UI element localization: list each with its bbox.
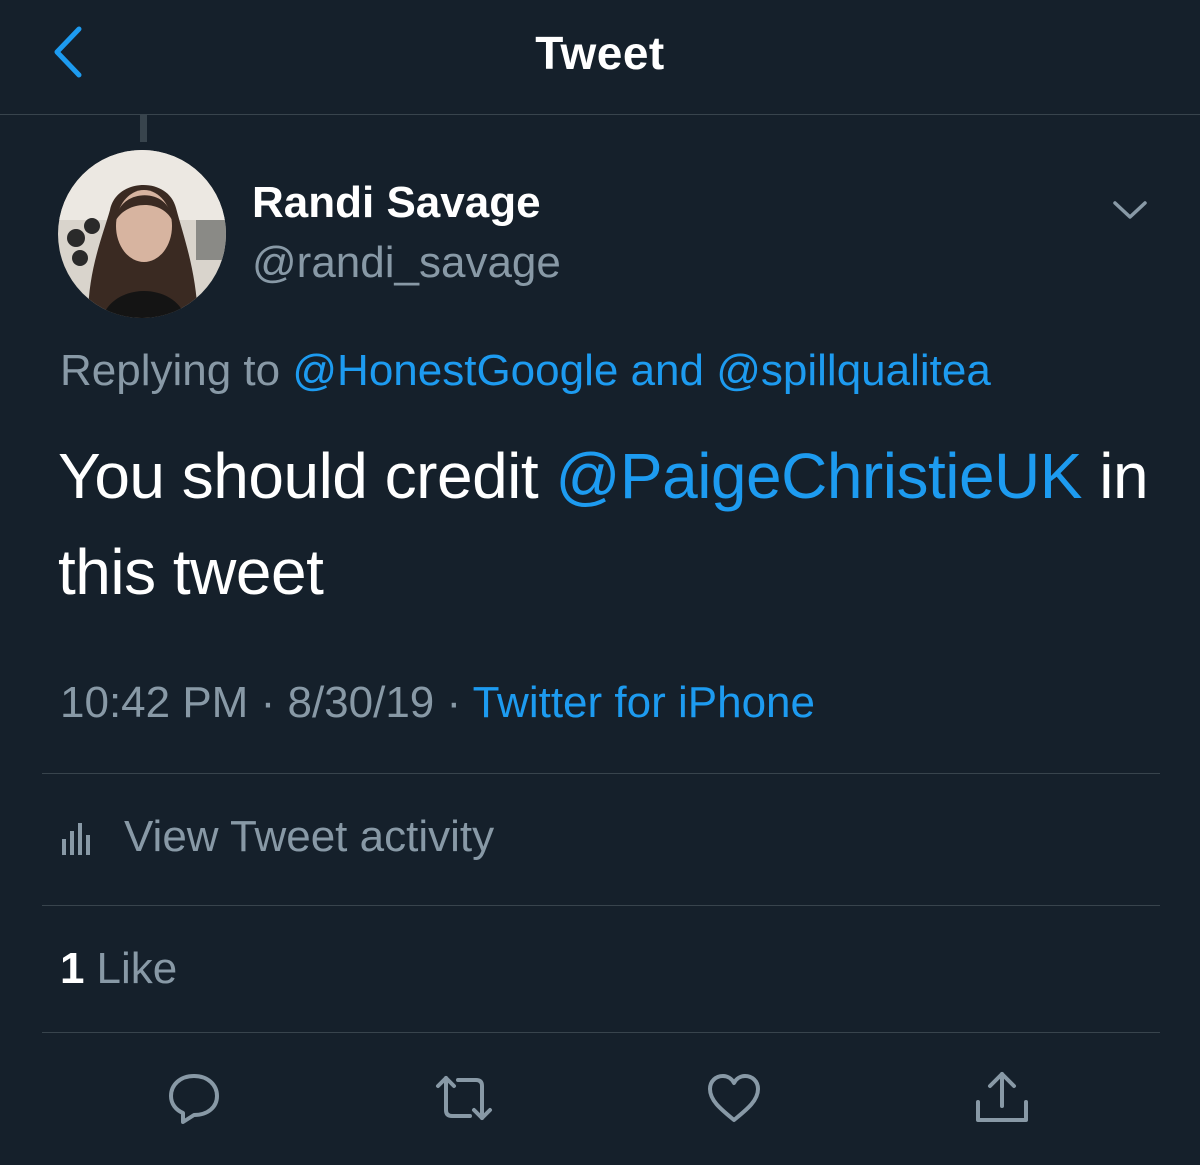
tweet-source-link[interactable]: Twitter for iPhone [473, 678, 815, 727]
mention-link-honestgoogle[interactable]: @HonestGoogle [292, 346, 618, 395]
replying-and-label: and [630, 346, 704, 395]
profile-photo [58, 150, 226, 318]
tweet-text-start: You should credit [58, 440, 539, 512]
likes-label: Like [96, 944, 178, 993]
divider [42, 773, 1160, 774]
reply-button[interactable] [162, 1068, 226, 1128]
thread-connector-line [140, 114, 147, 142]
tweet-meta: 10:42 PM · 8/30/19 · Twitter for iPhone [60, 678, 815, 728]
page-title: Tweet [535, 27, 665, 79]
meta-separator: · [446, 678, 462, 727]
like-button[interactable] [702, 1068, 766, 1128]
replying-to-label: Replying to [60, 346, 281, 395]
author-display-name[interactable]: Randi Savage [252, 178, 541, 228]
replying-to-line: Replying to @HonestGoogle and @spillqual… [60, 346, 991, 396]
view-tweet-activity-button[interactable]: View Tweet activity [60, 812, 494, 862]
retweet-button[interactable] [432, 1068, 496, 1128]
view-tweet-activity-label: View Tweet activity [124, 812, 495, 861]
share-button[interactable] [970, 1068, 1034, 1128]
tweet-text: You should credit @PaigeChristieUK in th… [58, 428, 1158, 620]
likes-count[interactable]: 1 Like [60, 944, 177, 994]
mention-link-paigechristieuk[interactable]: @PaigeChristieUK [555, 440, 1082, 512]
likes-number: 1 [60, 944, 85, 993]
tweet-time: 10:42 PM [60, 678, 249, 727]
meta-separator: · [260, 678, 276, 727]
like-icon [708, 1074, 760, 1122]
divider [42, 905, 1160, 906]
tweet-date: 8/30/19 [287, 678, 435, 727]
retweet-icon [436, 1076, 492, 1120]
chevron-down-icon [1113, 201, 1147, 219]
mention-link-spillqualitea[interactable]: @spillqualitea [716, 346, 991, 395]
tweet-options-button[interactable] [1106, 190, 1154, 230]
reply-icon [169, 1074, 219, 1124]
share-icon [976, 1072, 1028, 1122]
author-handle[interactable]: @randi_savage [252, 238, 561, 288]
top-bar: Tweet [0, 0, 1200, 115]
bar-chart-icon [62, 823, 90, 855]
avatar[interactable] [58, 150, 226, 318]
divider [42, 1032, 1160, 1033]
